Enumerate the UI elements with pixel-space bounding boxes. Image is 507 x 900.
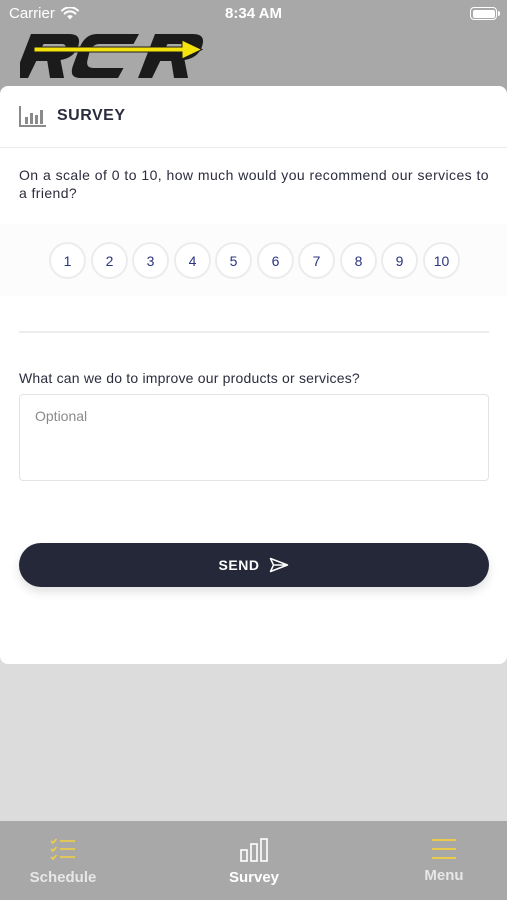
improve-question: What can we do to improve our products o… — [19, 370, 360, 386]
checklist-icon — [50, 838, 75, 861]
paper-plane-icon — [270, 557, 289, 573]
rating-option-7[interactable]: 7 — [298, 242, 335, 279]
status-bar: Carrier 8:34 AM — [0, 0, 507, 28]
tab-schedule-label: Schedule — [29, 869, 97, 886]
rating-option-2[interactable]: 2 — [91, 242, 128, 279]
recommend-question: On a scale of 0 to 10, how much would yo… — [19, 167, 489, 201]
rating-option-9[interactable]: 9 — [381, 242, 418, 279]
survey-card: SURVEY On a scale of 0 to 10, how much w… — [0, 86, 507, 664]
hamburger-menu-icon — [432, 839, 456, 859]
rating-option-5[interactable]: 5 — [215, 242, 252, 279]
tab-menu-label: Menu — [424, 867, 464, 884]
bar-chart-icon — [240, 838, 268, 862]
tab-survey-label: Survey — [228, 869, 280, 886]
tab-menu[interactable]: Menu — [374, 821, 507, 900]
tab-bar: Schedule Survey Menu — [0, 821, 507, 900]
rcr-logo — [20, 34, 204, 78]
rating-option-6[interactable]: 6 — [257, 242, 294, 279]
rating-scale: 1 2 3 4 5 6 7 8 9 10 — [0, 224, 507, 296]
improvement-comment-field[interactable] — [19, 394, 489, 481]
tab-survey[interactable]: Survey — [184, 821, 324, 900]
rating-option-10[interactable]: 10 — [423, 242, 460, 279]
bar-chart-icon — [19, 106, 46, 127]
rating-option-1[interactable]: 1 — [49, 242, 86, 279]
rating-option-4[interactable]: 4 — [174, 242, 211, 279]
send-button-label: SEND — [218, 557, 260, 573]
section-divider — [19, 331, 489, 333]
rating-option-8[interactable]: 8 — [340, 242, 377, 279]
battery-icon — [470, 7, 500, 20]
send-button[interactable]: SEND — [19, 543, 489, 587]
card-header: SURVEY — [0, 86, 507, 148]
tab-schedule[interactable]: Schedule — [0, 821, 133, 900]
status-time: 8:34 AM — [225, 5, 282, 22]
rating-option-3[interactable]: 3 — [132, 242, 169, 279]
card-title: SURVEY — [57, 107, 126, 124]
